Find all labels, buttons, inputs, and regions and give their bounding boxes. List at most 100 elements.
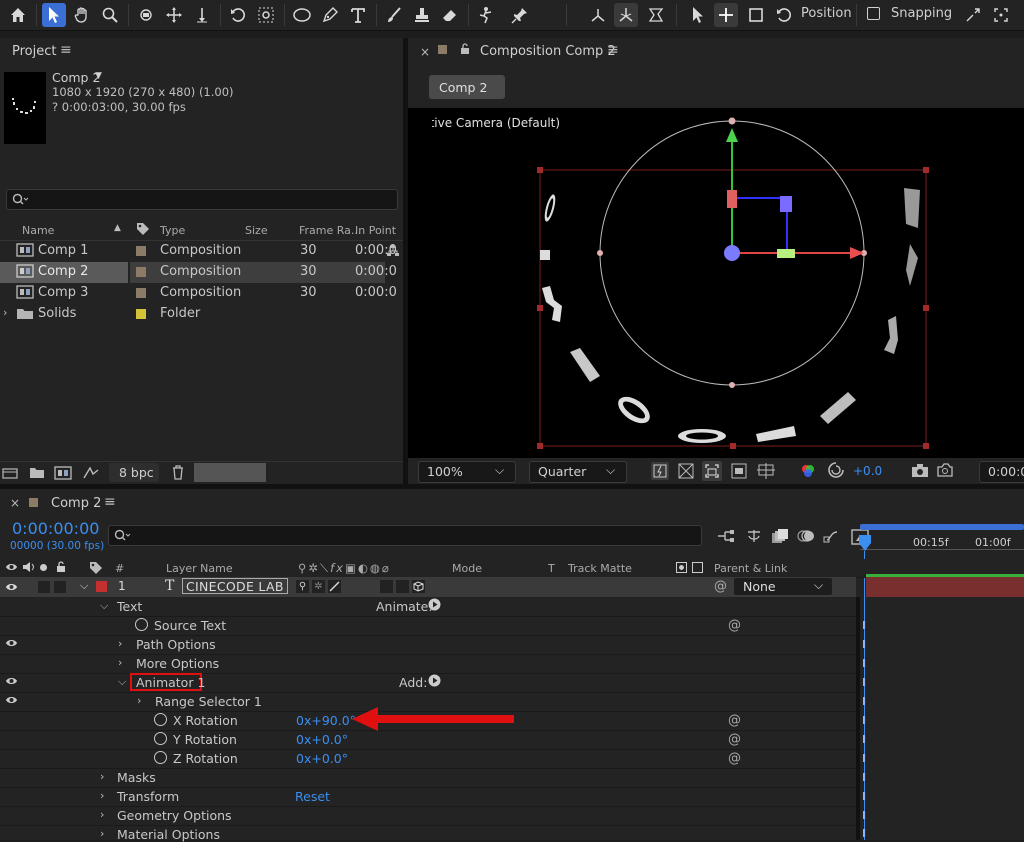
lock-toggle[interactable] [54, 581, 66, 593]
interpret-footage-icon[interactable] [2, 466, 22, 480]
prop-row-z-rotation[interactable]: Z Rotation 0x+0.0° @ [0, 749, 856, 769]
col-type[interactable]: Type [160, 224, 185, 237]
stopwatch-icon[interactable] [154, 732, 167, 745]
show-snapshot-icon[interactable] [936, 462, 954, 478]
panel-menu-icon[interactable]: ≡ [607, 42, 619, 58]
roto-brush-icon[interactable] [474, 3, 498, 27]
local-axis-icon[interactable] [586, 3, 610, 27]
layer-row-1[interactable]: ⌵ 1 T CINECODE LAB ⚲ ✲ @ None ⌵ [0, 577, 856, 597]
gizmo-position-icon[interactable] [714, 3, 738, 27]
expression-pickwhip-icon[interactable]: @ [728, 618, 741, 633]
playhead[interactable] [857, 535, 873, 553]
stopwatch-icon[interactable] [154, 713, 167, 726]
prop-row-transform[interactable]: › Transform Reset [0, 787, 856, 807]
comp-viewer[interactable]: Active Camera (Default) [415, 108, 1024, 458]
panel-menu-icon[interactable]: ≡ [60, 42, 72, 58]
expand-icon[interactable] [989, 3, 1013, 27]
lock-icon[interactable] [460, 43, 470, 55]
collapse-switch[interactable]: ✲ [312, 580, 325, 593]
project-item-comp-2[interactable]: Comp 2 Composition 30 0:00:0 [0, 262, 400, 283]
expression-pickwhip-icon[interactable]: @ [728, 751, 741, 766]
layer-name-field[interactable]: CINECODE LAB [182, 578, 288, 594]
prop-row-text[interactable]: ⌵ Text Animate: [0, 597, 856, 617]
prop-row-masks[interactable]: › Masks [0, 768, 856, 788]
type-tool-icon[interactable] [346, 3, 370, 27]
z-rotation-value[interactable]: 0x+0.0° [296, 751, 348, 766]
new-comp-icon[interactable] [54, 466, 72, 480]
ellipse-tool-icon[interactable] [290, 3, 314, 27]
grid-guides-icon[interactable] [757, 463, 775, 479]
eye-icon[interactable] [5, 695, 18, 705]
bpc-button[interactable]: 8 bpc [109, 463, 159, 482]
label-swatch[interactable] [136, 267, 146, 277]
rotate-tool-icon[interactable] [226, 3, 250, 27]
sort-ascending-icon[interactable]: ▲ [114, 223, 121, 233]
eye-icon[interactable] [5, 582, 18, 592]
prop-row-y-rotation[interactable]: Y Rotation 0x+0.0° @ [0, 730, 856, 750]
graph-editor-icon[interactable] [823, 528, 841, 544]
stopwatch-icon[interactable] [135, 618, 148, 631]
transparency-grid-icon[interactable] [678, 463, 694, 479]
expand-chevron-icon[interactable]: › [100, 789, 104, 802]
home-icon[interactable] [6, 3, 30, 27]
collapse-chevron-icon[interactable]: ⌵ [118, 675, 126, 689]
color-channels-icon[interactable] [800, 463, 816, 479]
project-item-comp-1[interactable]: Comp 1 Composition 30 0:00:0 [0, 241, 400, 262]
gizmo-scale-icon[interactable] [744, 3, 768, 27]
region-of-interest-icon[interactable] [702, 461, 722, 481]
motion-blur-icon[interactable] [797, 528, 815, 544]
col-parent-link[interactable]: Parent & Link [714, 562, 787, 575]
label-swatch[interactable] [136, 246, 146, 256]
trash-icon[interactable] [171, 465, 185, 480]
prop-row-source-text[interactable]: Source Text @ [0, 616, 856, 636]
shy-layers-icon[interactable] [745, 528, 763, 544]
pan-camera-icon[interactable] [162, 3, 186, 27]
tab-comp-2[interactable]: Comp 2 [429, 75, 505, 99]
solo-toggle[interactable] [38, 581, 50, 593]
frame-blending-icon[interactable] [771, 528, 789, 544]
add-menu-icon[interactable] [428, 674, 441, 687]
collapse-chevron-icon[interactable]: ⌵ [80, 579, 88, 593]
col-track-matte[interactable]: Track Matte [568, 562, 632, 575]
resolution-dropdown[interactable]: Quarter ⌵ [529, 461, 627, 483]
label-swatch[interactable] [136, 288, 146, 298]
stopwatch-icon[interactable] [154, 751, 167, 764]
close-panel-icon[interactable]: × [420, 45, 430, 59]
expression-pickwhip-icon[interactable]: @ [728, 713, 741, 728]
col-size[interactable]: Size [245, 224, 268, 237]
label-swatch[interactable] [136, 309, 146, 319]
prop-row-geometry-options[interactable]: › Geometry Options [0, 806, 856, 826]
x-rotation-value[interactable]: 0x+90.0° [296, 713, 356, 728]
collapse-chevron-icon[interactable]: ⌵ [100, 599, 108, 613]
layer-label-color[interactable] [96, 581, 107, 592]
prop-row-animator-1[interactable]: ⌵ Animator 1 Add: [0, 673, 856, 693]
reset-exposure-icon[interactable] [828, 462, 844, 478]
snapping-checkbox[interactable] [867, 7, 880, 20]
motion-blur-switch[interactable] [396, 580, 409, 593]
snapshot-icon[interactable] [911, 463, 929, 478]
gizmo-select-icon[interactable] [686, 3, 710, 27]
close-panel-icon[interactable]: × [10, 496, 20, 510]
eye-icon[interactable] [5, 676, 18, 686]
3d-layer-switch[interactable] [412, 580, 425, 593]
work-area-bar[interactable] [860, 524, 1024, 530]
zoom-tool-icon[interactable] [98, 3, 122, 27]
project-item-solids[interactable]: › Solids Folder [0, 304, 400, 325]
col-name[interactable]: Name [22, 224, 54, 237]
expand-chevron-icon[interactable]: › [3, 306, 7, 319]
viewer-timecode[interactable]: 0:00:00 [979, 461, 1024, 483]
eraser-tool-icon[interactable] [438, 3, 462, 27]
hand-tool-icon[interactable] [70, 3, 94, 27]
adjust-settings-icon[interactable] [82, 466, 100, 480]
panel-menu-icon[interactable]: ≡ [104, 494, 116, 510]
prop-row-path-options[interactable]: › Path Options [0, 635, 856, 655]
fast-previews-icon[interactable] [651, 462, 669, 480]
anchor-point-icon[interactable] [254, 3, 278, 27]
view-axis-icon[interactable] [644, 3, 668, 27]
layer-duration-bar[interactable] [866, 574, 1024, 597]
prop-row-x-rotation[interactable]: X Rotation 0x+90.0° @ [0, 707, 856, 731]
project-item-comp-3[interactable]: Comp 3 Composition 30 0:00:0 [0, 283, 400, 304]
eye-icon[interactable] [5, 638, 18, 648]
prop-row-material-options[interactable]: › Material Options [0, 825, 856, 842]
gizmo-rotate-icon[interactable] [772, 3, 796, 27]
